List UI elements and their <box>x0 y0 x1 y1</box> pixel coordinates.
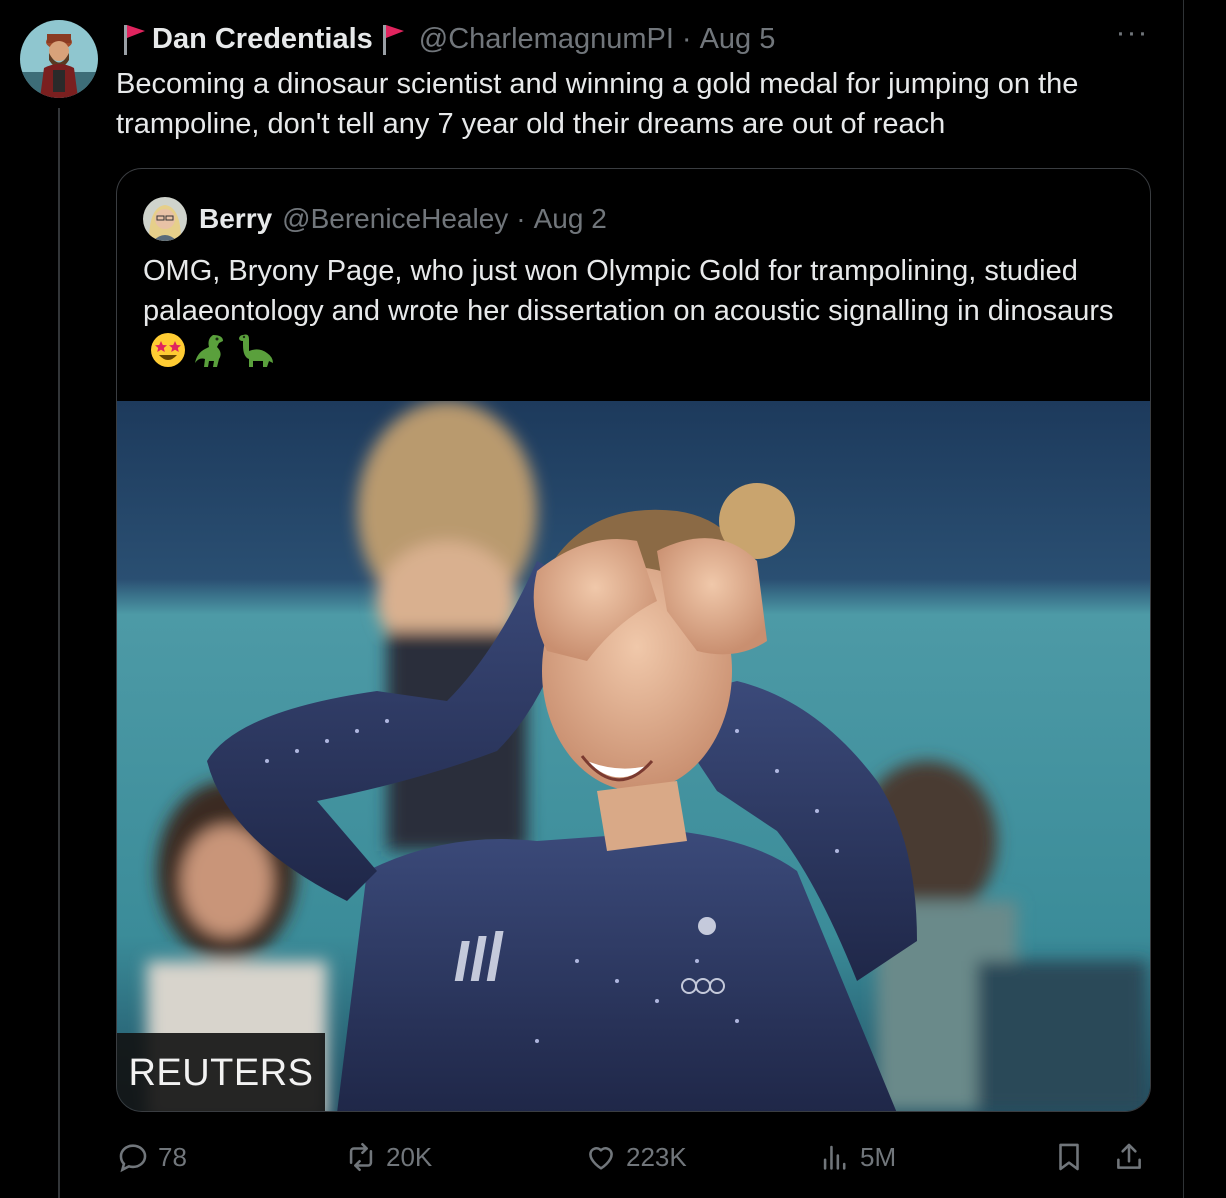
bookmark-button[interactable] <box>1052 1132 1094 1182</box>
reply-icon <box>119 1144 147 1173</box>
repost-count: 20K <box>386 1141 433 1172</box>
bookmark-icon <box>1059 1143 1079 1171</box>
tweet-header: Dan Credentials @CharlemagnumPI · Aug 5 <box>118 18 775 60</box>
quote-text: OMG, Bryony Page, who just won Olympic G… <box>143 251 1133 380</box>
reply-button[interactable]: 78 <box>116 1132 187 1182</box>
share-icon <box>1117 1143 1141 1169</box>
tweet-actions-bar: 78 20K 223K 5M <box>116 1132 1156 1182</box>
tweet-text: Becoming a dinosaur scientist and winnin… <box>116 68 1079 140</box>
author-handle[interactable]: @CharlemagnumPI <box>419 23 674 56</box>
author-name[interactable]: Dan Credentials <box>152 23 373 56</box>
repost-icon <box>349 1142 373 1172</box>
photo-credit-reuters: REUTERS <box>117 1033 325 1111</box>
column-border <box>1183 0 1184 1198</box>
star-struck-emoji-icon <box>149 331 187 380</box>
quote-text-body: OMG, Bryony Page, who just won Olympic G… <box>143 255 1114 327</box>
header-separator: · <box>681 22 692 55</box>
repost-button[interactable]: 20K <box>344 1132 432 1182</box>
more-options-button[interactable]: ··· <box>1112 18 1152 58</box>
quoted-tweet-card[interactable]: Berry @BereniceHealey · Aug 2 OMG, Bryon… <box>116 168 1151 1112</box>
quote-photo[interactable]: REUTERS <box>117 401 1150 1111</box>
author-avatar[interactable] <box>20 20 98 98</box>
views-button[interactable]: 5M <box>818 1132 896 1182</box>
share-button[interactable] <box>1112 1132 1154 1182</box>
t-rex-emoji-icon <box>193 331 231 380</box>
like-button[interactable]: 223K <box>584 1132 687 1182</box>
quote-author-avatar <box>143 197 187 241</box>
like-count: 223K <box>626 1141 687 1172</box>
thread-connector-line <box>58 108 60 1198</box>
red-flag-icon <box>377 22 407 56</box>
quote-header-separator: · <box>516 203 526 234</box>
quote-date: Aug 2 <box>533 203 607 234</box>
red-flag-icon <box>118 22 148 56</box>
quote-author-handle: @BereniceHealey <box>282 203 509 234</box>
sauropod-emoji-icon <box>237 331 275 380</box>
reply-count: 78 <box>158 1141 187 1172</box>
quote-author-name: Berry <box>199 203 273 234</box>
tweet-date[interactable]: Aug 5 <box>700 23 776 56</box>
views-count: 5M <box>860 1141 897 1172</box>
quote-header: Berry @BereniceHealey · Aug 2 <box>143 197 607 241</box>
analytics-icon <box>823 1145 846 1170</box>
heart-icon <box>589 1147 613 1170</box>
